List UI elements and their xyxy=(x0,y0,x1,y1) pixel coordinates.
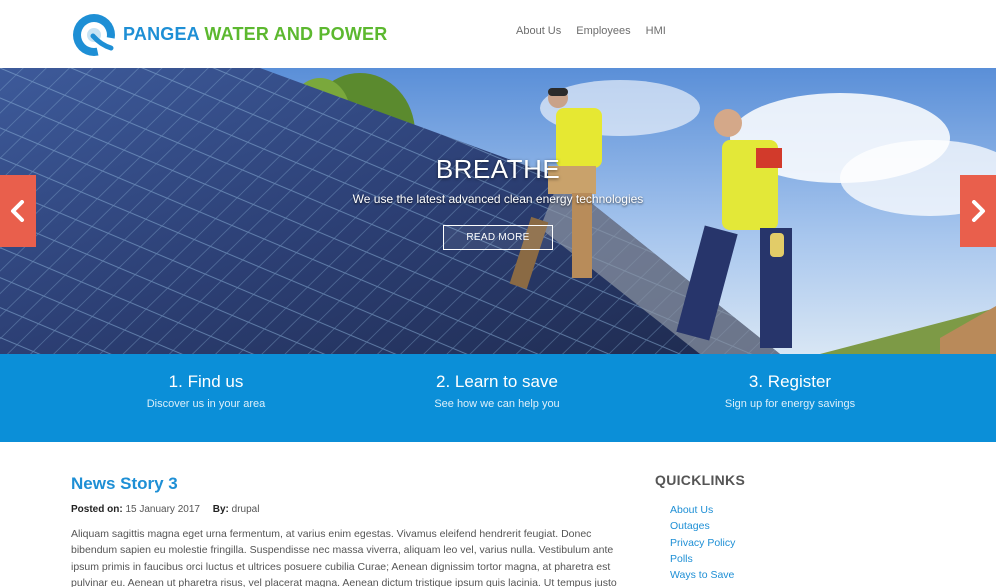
hero-title: BREATHE xyxy=(435,154,561,184)
by-label: By: xyxy=(212,504,229,515)
brand-name[interactable]: PANGEA WATER AND POWER xyxy=(123,24,387,45)
story-meta: Posted on: 15 January 2017 By: drupal xyxy=(71,504,259,515)
feature-learn-to-save[interactable]: 2. Learn to save See how we can help you xyxy=(347,372,647,410)
pangea-logo-icon[interactable] xyxy=(71,12,117,58)
chevron-left-icon xyxy=(11,200,24,222)
hero-slider: BREATHE We use the latest advanced clean… xyxy=(0,68,996,354)
brand-name-part2: WATER AND POWER xyxy=(204,24,388,44)
story-author[interactable]: drupal xyxy=(232,504,260,515)
feature-subtitle: See how we can help you xyxy=(434,398,560,410)
posted-on-label: Posted on: xyxy=(71,504,123,515)
hero-subtitle: We use the latest advanced clean energy … xyxy=(352,192,644,206)
quicklink-privacy-policy[interactable]: Privacy Policy xyxy=(670,535,735,551)
quicklink-about-us[interactable]: About Us xyxy=(670,502,735,518)
quicklinks-list: About Us Outages Privacy Policy Polls Wa… xyxy=(670,502,735,583)
quicklinks-heading: QUICKLINKS xyxy=(655,472,746,488)
main-nav: About Us Employees HMI xyxy=(516,25,666,37)
chevron-right-icon xyxy=(972,200,985,222)
read-more-button[interactable]: READ MORE xyxy=(443,225,553,250)
quicklink-ways-to-save[interactable]: Ways to Save xyxy=(670,567,735,583)
quicklink-polls[interactable]: Polls xyxy=(670,551,735,567)
brand-name-part1: PANGEA xyxy=(123,24,200,44)
posted-date: 15 January 2017 xyxy=(125,504,200,515)
feature-title: 1. Find us xyxy=(168,372,244,391)
news-story-title[interactable]: News Story 3 xyxy=(71,474,178,494)
hero-image xyxy=(0,68,996,354)
feature-title: 2. Learn to save xyxy=(436,372,558,391)
features-band: 1. Find us Discover us in your area 2. L… xyxy=(0,354,996,442)
slider-next-button[interactable] xyxy=(960,175,996,247)
quicklink-outages[interactable]: Outages xyxy=(670,518,735,534)
feature-subtitle: Discover us in your area xyxy=(146,398,266,410)
feature-title: 3. Register xyxy=(748,372,832,391)
site-header: PANGEA WATER AND POWER About Us Employee… xyxy=(0,0,996,68)
nav-item-about-us[interactable]: About Us xyxy=(516,25,561,37)
feature-register[interactable]: 3. Register Sign up for energy savings xyxy=(640,372,940,410)
feature-find-us[interactable]: 1. Find us Discover us in your area xyxy=(56,372,356,410)
nav-item-hmi[interactable]: HMI xyxy=(646,25,666,37)
story-body: Aliquam sagittis magna eget urna ferment… xyxy=(71,528,617,587)
feature-subtitle: Sign up for energy savings xyxy=(724,398,856,410)
slider-prev-button[interactable] xyxy=(0,175,36,247)
nav-item-employees[interactable]: Employees xyxy=(576,25,630,37)
